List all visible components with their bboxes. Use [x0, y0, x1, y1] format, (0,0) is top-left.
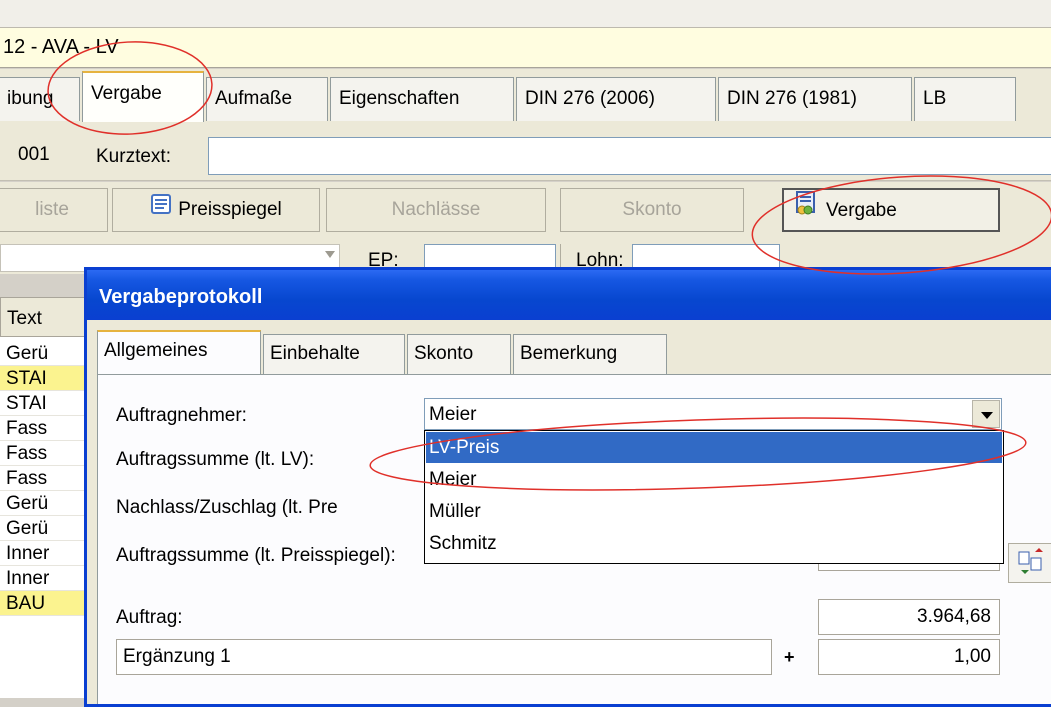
chevron-down-icon [325, 251, 335, 258]
document-title: 12 - AVA - LV [3, 36, 119, 58]
preisspiegel-button[interactable]: Preisspiegel [112, 188, 320, 232]
tab-aufmasse[interactable]: Aufmaße [206, 77, 328, 121]
auftragnehmer-label: Auftragnehmer: [116, 405, 247, 426]
kurztext-input[interactable] [208, 137, 1051, 175]
list-item[interactable]: Gerü [0, 491, 87, 516]
dropdown-arrow-button[interactable] [972, 400, 1000, 428]
main-tab-bar: ibung Vergabe Aufmaße Eigenschaften DIN … [0, 69, 1051, 131]
nachlaesse-button[interactable]: Nachlässe [326, 188, 546, 232]
list-item[interactable]: Fass [0, 416, 87, 441]
list-item[interactable]: Fass [0, 466, 87, 491]
top-strip [0, 0, 1051, 28]
list-item[interactable]: Inner [0, 566, 87, 591]
vergabe-icon [794, 190, 820, 230]
list-item[interactable]: Fass [0, 441, 87, 466]
dropdown-option[interactable]: Müller [426, 496, 1002, 527]
kurztext-label: Kurztext: [96, 146, 171, 167]
dialog-title: Vergabeprotokoll [87, 270, 1051, 320]
document-list-icon [150, 189, 172, 231]
tab-einbehalte[interactable]: Einbehalte [263, 334, 405, 374]
vergabeprotokoll-dialog: Vergabeprotokoll Allgemeines Einbehalte … [84, 267, 1051, 707]
ergaenzung-value[interactable]: 1,00 [818, 639, 1000, 675]
tab-vergabe[interactable]: Vergabe [82, 71, 204, 122]
list-item[interactable]: STAI [0, 391, 87, 416]
auftrag-label: Auftrag: [116, 607, 183, 628]
dialog-body: Allgemeines Einbehalte Skonto Bemerkung … [87, 320, 1051, 704]
tab-eigenschaften[interactable]: Eigenschaften [330, 77, 514, 121]
document-title-bar: 12 - AVA - LV [0, 28, 1051, 68]
tab-bemerkung[interactable]: Bemerkung [513, 334, 667, 374]
list-item[interactable]: Gerü [0, 516, 87, 541]
position-number: 001 [18, 144, 50, 165]
ergaenzung-input[interactable]: Ergänzung 1 [116, 639, 772, 675]
dropdown-option[interactable]: Schmitz [426, 528, 1002, 559]
swap-values-button[interactable] [1008, 543, 1051, 583]
auftragssumme-preisspiegel-label: Auftragssumme (lt. Preisspiegel): [116, 545, 396, 566]
dropdown-option[interactable]: LV-Preis [426, 432, 1002, 463]
tab-allgemeines[interactable]: Allgemeines [97, 330, 261, 375]
vergabe-button[interactable]: Vergabe [782, 188, 1000, 232]
list-item[interactable]: Inner [0, 541, 87, 566]
tab-lb[interactable]: LB [914, 77, 1016, 121]
tab-beschreibung[interactable]: ibung [0, 77, 80, 121]
nachlass-label: Nachlass/Zuschlag (lt. Pre [116, 497, 338, 518]
position-header-row: 001 Kurztext: [0, 131, 1051, 181]
auftrag-value: 3.964,68 [818, 599, 1000, 635]
list-item[interactable]: STAI [0, 366, 87, 391]
allgemeines-panel: Auftragnehmer: Meier Auftragssumme (lt. … [97, 374, 1051, 704]
auftragnehmer-value: Meier [429, 404, 477, 425]
tab-skonto[interactable]: Skonto [407, 334, 511, 374]
auftragssumme-lv-label: Auftragssumme (lt. LV): [116, 449, 315, 470]
plus-sign: + [784, 647, 795, 667]
toolbar: liste Preisspiegel Nachlässe Skonto Verg… [0, 182, 1051, 244]
skonto-button[interactable]: Skonto [560, 188, 744, 232]
list-item[interactable]: BAU [0, 591, 87, 616]
tab-din276-2006[interactable]: DIN 276 (2006) [516, 77, 716, 121]
swap-icon [1018, 548, 1043, 574]
list-item[interactable]: Gerü [0, 341, 87, 366]
tab-din276-1981[interactable]: DIN 276 (1981) [718, 77, 912, 121]
liste-button[interactable]: liste [0, 188, 108, 232]
chevron-down-icon [981, 412, 993, 419]
position-list: Text Gerü STAI STAI Fass Fass Fass Gerü … [0, 297, 88, 698]
dropdown-option[interactable]: Meier [426, 464, 1002, 495]
auftragnehmer-select[interactable]: Meier [424, 398, 1002, 430]
column-header-text[interactable]: Text [0, 297, 87, 337]
auftragnehmer-dropdown-list: LV-Preis Meier Müller Schmitz [424, 430, 1004, 564]
